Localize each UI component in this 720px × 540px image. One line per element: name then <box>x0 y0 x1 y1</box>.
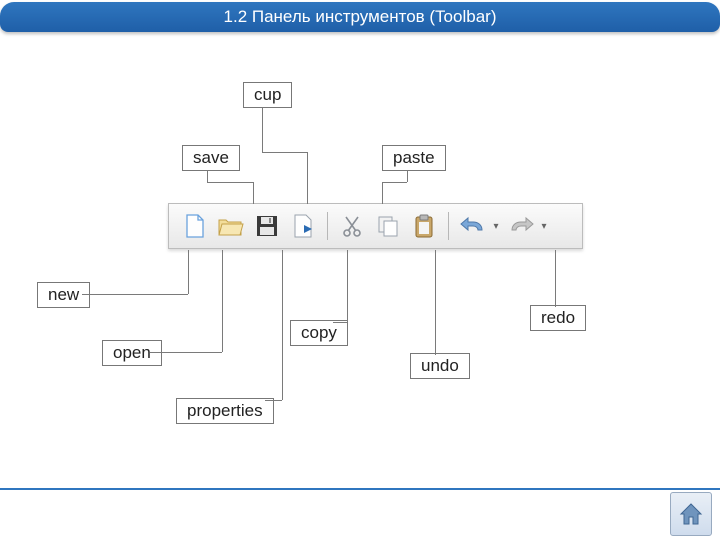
copy-icon[interactable] <box>374 212 402 240</box>
label-cup: cup <box>243 82 292 108</box>
new-file-icon[interactable] <box>181 212 209 240</box>
label-save: save <box>182 145 240 171</box>
diagram-canvas: ▾ ▾ cup save paste new open properties c… <box>0 40 720 485</box>
toolbar-separator <box>448 212 449 240</box>
toolbar-separator <box>327 212 328 240</box>
home-button[interactable] <box>670 492 712 536</box>
save-disk-icon[interactable] <box>253 212 281 240</box>
footer-divider <box>0 488 720 490</box>
undo-arrow-icon[interactable] <box>459 212 487 240</box>
scissors-icon[interactable] <box>338 212 366 240</box>
label-redo: redo <box>530 305 586 331</box>
page-title: 1.2 Панель инструментов (Toolbar) <box>0 2 720 32</box>
open-folder-icon[interactable] <box>217 212 245 240</box>
redo-arrow-icon[interactable] <box>507 212 535 240</box>
label-new: new <box>37 282 90 308</box>
chevron-down-icon[interactable]: ▾ <box>491 212 501 240</box>
chevron-down-icon[interactable]: ▾ <box>539 212 549 240</box>
toolbar: ▾ ▾ <box>168 203 583 249</box>
label-undo: undo <box>410 353 470 379</box>
label-open: open <box>102 340 162 366</box>
clipboard-icon[interactable] <box>410 212 438 240</box>
properties-icon[interactable] <box>289 212 317 240</box>
label-properties: properties <box>176 398 274 424</box>
label-paste: paste <box>382 145 446 171</box>
label-copy: copy <box>290 320 348 346</box>
home-icon <box>678 501 704 527</box>
